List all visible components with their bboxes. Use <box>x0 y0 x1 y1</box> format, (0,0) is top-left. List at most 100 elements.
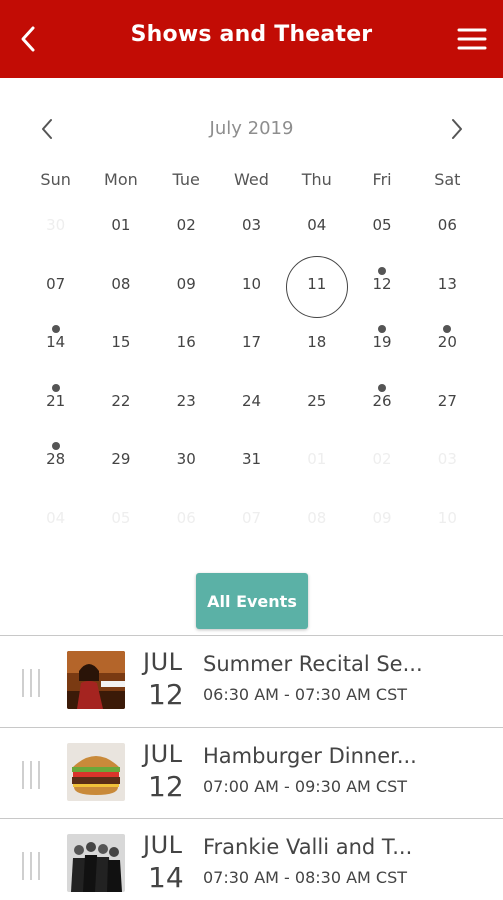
calendar-day[interactable]: 05 <box>349 196 414 255</box>
event-indicator-dot <box>51 442 60 450</box>
page-title: Shows and Theater <box>130 22 373 47</box>
calendar-day[interactable]: 21 <box>23 372 88 431</box>
day-number: 31 <box>241 450 262 468</box>
weekday-label: Mon <box>104 170 138 189</box>
drag-handle-icon[interactable] <box>22 669 46 697</box>
day-number: 17 <box>241 333 262 351</box>
calendar-day[interactable]: 10 <box>219 255 284 314</box>
event-list-item[interactable]: JUL 14 Frankie Valli and T... 07:30 AM -… <box>0 818 503 900</box>
calendar-day[interactable]: 16 <box>154 313 219 372</box>
calendar-day[interactable]: 25 <box>284 372 349 431</box>
day-number: 02 <box>372 450 392 468</box>
calendar-day[interactable]: 07 <box>23 255 88 314</box>
calendar-day[interactable]: 31 <box>219 430 284 489</box>
calendar-day[interactable]: 24 <box>219 372 284 431</box>
day-number: 24 <box>241 391 262 410</box>
event-month: JUL <box>143 739 183 768</box>
day-number: 11 <box>307 274 327 293</box>
day-number: 08 <box>111 274 131 293</box>
day-number: 14 <box>46 333 66 351</box>
calendar-day[interactable]: 19 <box>349 313 414 372</box>
drag-handle-icon[interactable] <box>22 852 46 880</box>
day-number: 30 <box>176 450 196 468</box>
month-label: July 2019 <box>209 118 294 139</box>
day-number: 01 <box>111 216 131 234</box>
event-time: 07:30 AM - 08:30 AM CST <box>203 868 408 887</box>
day-number: 10 <box>437 508 457 527</box>
calendar-day[interactable]: 20 <box>415 313 480 372</box>
calendar-day[interactable]: 23 <box>154 372 219 431</box>
day-number: 25 <box>307 391 327 410</box>
calendar-day[interactable]: 28 <box>23 430 88 489</box>
calendar-day[interactable]: 08 <box>88 255 153 314</box>
calendar-day[interactable]: 02 <box>154 196 219 255</box>
day-number: 21 <box>46 391 66 410</box>
calendar-day-outside-month: 02 <box>349 430 414 489</box>
band-photo-image <box>67 834 125 892</box>
calendar-day-outside-month: 03 <box>415 430 480 489</box>
event-time: 06:30 AM - 07:30 AM CST <box>203 685 408 704</box>
calendar-day-outside-month: 05 <box>88 489 153 548</box>
calendar-day[interactable]: 30 <box>154 430 219 489</box>
day-number: 09 <box>372 508 392 527</box>
day-number: 18 <box>307 333 327 351</box>
event-day: 12 <box>148 769 184 803</box>
chevron-right-icon <box>452 119 462 139</box>
day-number: 19 <box>372 333 392 351</box>
day-number: 22 <box>111 391 131 410</box>
calendar-day[interactable]: 17 <box>219 313 284 372</box>
event-time: 07:00 AM - 09:30 AM CST <box>203 776 408 796</box>
calendar-day[interactable]: 15 <box>88 313 153 372</box>
calendar-day-outside-month: 04 <box>23 489 88 548</box>
event-list-item[interactable]: JUL 12 Hamburger Dinner... 07:00 AM - 09… <box>0 726 503 819</box>
day-number: 03 <box>241 216 262 234</box>
calendar-day[interactable]: 11 <box>284 255 349 318</box>
day-number: 07 <box>241 508 262 527</box>
day-number: 26 <box>372 391 392 410</box>
day-number: 05 <box>372 216 392 234</box>
menu-button[interactable] <box>457 26 487 52</box>
hamburger-image <box>67 742 125 801</box>
app-header: Shows and Theater <box>0 0 503 78</box>
day-number: 30 <box>46 216 66 234</box>
calendar-day[interactable]: 12 <box>349 255 414 314</box>
calendar-day[interactable]: 13 <box>415 255 480 314</box>
all-events-button[interactable]: All Events <box>196 573 308 629</box>
event-month: JUL <box>143 648 183 676</box>
calendar-day[interactable]: 26 <box>349 372 414 431</box>
day-number: 04 <box>46 508 66 527</box>
day-number: 06 <box>176 508 196 527</box>
calendar-day[interactable]: 03 <box>219 196 284 255</box>
next-month-button[interactable] <box>442 115 470 143</box>
event-list-item[interactable]: JUL 12 Summer Recital Se... 06:30 AM - 0… <box>0 635 503 727</box>
day-number: 20 <box>437 333 457 351</box>
event-title: Frankie Valli and T... <box>203 835 413 859</box>
event-day: 12 <box>148 678 184 711</box>
day-number: 02 <box>176 216 196 234</box>
calendar-day[interactable]: 29 <box>88 430 153 489</box>
day-number: 04 <box>307 216 327 234</box>
day-number: 06 <box>437 216 457 234</box>
calendar-day-grid: 30 01 02 03 04 05 06 07 08 09 10 11 12 13 14 15 16 17 18 19… <box>23 196 480 547</box>
weekday-label: Wed <box>234 170 269 189</box>
event-indicator-dot <box>378 325 387 333</box>
calendar-day[interactable]: 04 <box>284 196 349 255</box>
weekday-label: Thu <box>301 170 332 189</box>
calendar-day[interactable]: 09 <box>154 255 219 314</box>
calendar-day[interactable]: 06 <box>415 196 480 255</box>
calendar-day[interactable]: 14 <box>23 313 88 372</box>
event-day: 14 <box>148 861 184 894</box>
day-number: 23 <box>176 391 196 410</box>
day-number: 13 <box>437 274 457 293</box>
weekday-label: Sat <box>434 170 461 189</box>
calendar-day[interactable]: 01 <box>88 196 153 255</box>
day-number: 12 <box>372 274 392 293</box>
drag-handle-icon[interactable] <box>22 760 46 789</box>
calendar-day[interactable]: 22 <box>88 372 153 431</box>
event-indicator-dot <box>51 325 60 333</box>
calendar-day[interactable]: 27 <box>415 372 480 431</box>
calendar-day[interactable]: 18 <box>284 313 349 372</box>
event-list: JUL 12 Summer Recital Se... 06:30 AM - 0… <box>0 635 503 900</box>
calendar-day-outside-month: 08 <box>284 489 349 548</box>
day-number: 27 <box>437 391 457 410</box>
